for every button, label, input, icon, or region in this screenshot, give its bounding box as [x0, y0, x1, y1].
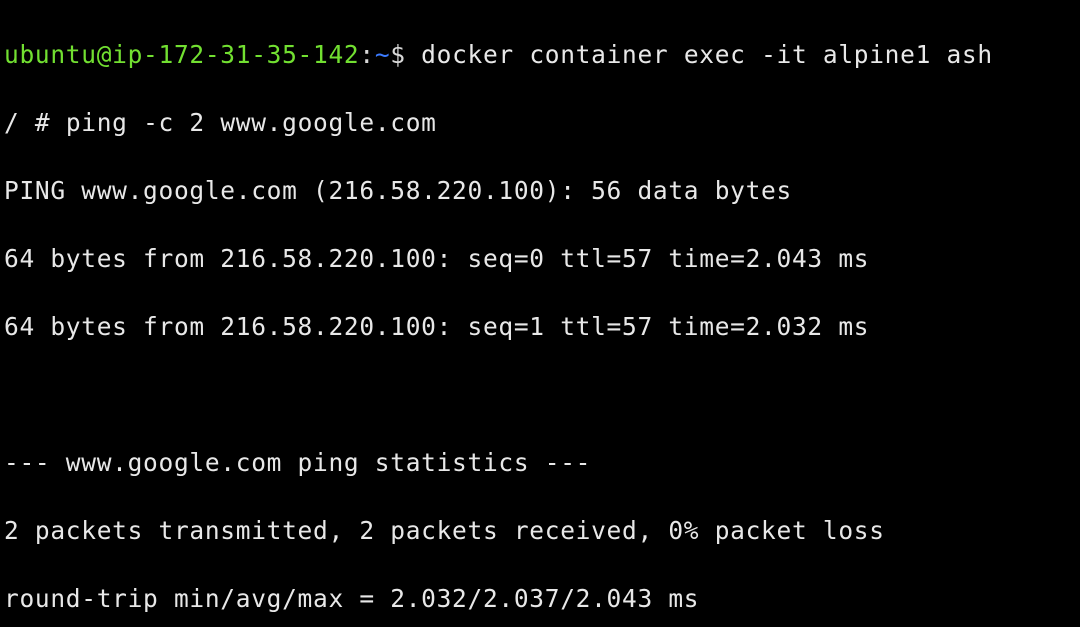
- ping1-command-line[interactable]: / # ping -c 2 www.google.com: [4, 106, 1076, 140]
- ping1-stats-header: --- www.google.com ping statistics ---: [4, 446, 1076, 480]
- terminal[interactable]: ubuntu@ip-172-31-35-142:~$ docker contai…: [0, 0, 1080, 627]
- ping1-stats-packets: 2 packets transmitted, 2 packets receive…: [4, 514, 1076, 548]
- prompt-sigil: $: [390, 40, 421, 69]
- ping1-reply-0: 64 bytes from 216.58.220.100: seq=0 ttl=…: [4, 242, 1076, 276]
- prompt-host: ubuntu@ip-172-31-35-142: [4, 40, 359, 69]
- prompt-separator: :: [359, 40, 374, 69]
- command-docker-exec: docker container exec -it alpine1 ash: [421, 40, 993, 69]
- ping1-reply-1: 64 bytes from 216.58.220.100: seq=1 ttl=…: [4, 310, 1076, 344]
- ping1-stats-rtt: round-trip min/avg/max = 2.032/2.037/2.0…: [4, 582, 1076, 616]
- prompt-path: ~: [375, 40, 390, 69]
- prompt-line-1[interactable]: ubuntu@ip-172-31-35-142:~$ docker contai…: [4, 38, 1076, 72]
- command-ping-google: ping -c 2 www.google.com: [66, 108, 437, 137]
- ping1-header: PING www.google.com (216.58.220.100): 56…: [4, 174, 1076, 208]
- blank-line: [4, 378, 1076, 412]
- container-prompt: / #: [4, 108, 66, 137]
